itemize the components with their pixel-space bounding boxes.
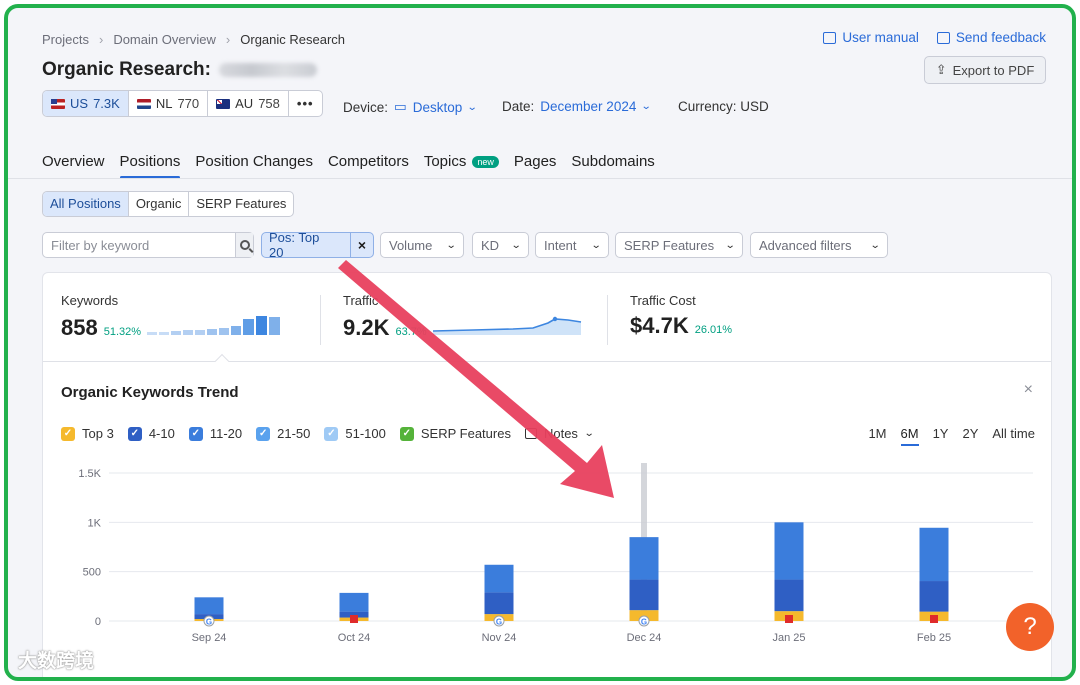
help-button[interactable]: ?: [1006, 603, 1054, 651]
watermark-text: 大数跨境: [18, 651, 95, 672]
watermark-logo: 大数跨境: [18, 646, 94, 673]
annotation-arrow: [338, 260, 614, 498]
app-frame: Projects › Domain Overview › Organic Res…: [4, 4, 1076, 681]
